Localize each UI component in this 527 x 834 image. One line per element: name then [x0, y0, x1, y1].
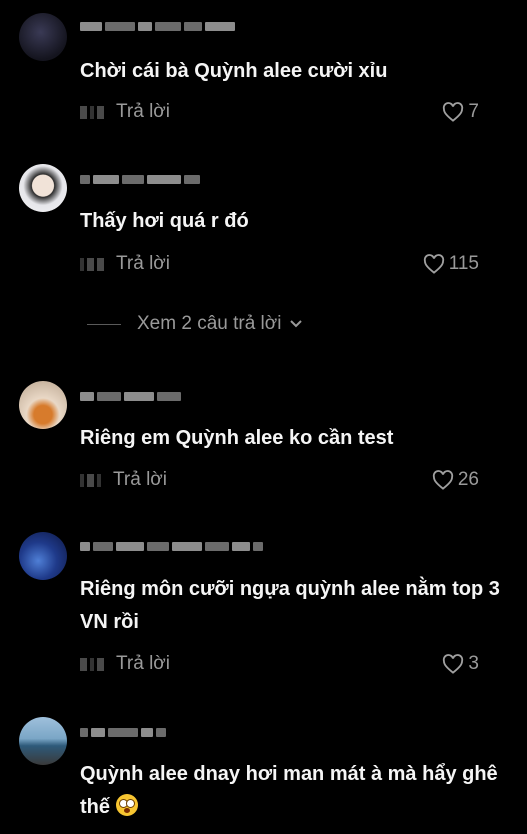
comment-text: Quỳnh alee dnay hơi man mát à mà hẩy ghê…: [80, 758, 500, 824]
avatar[interactable]: [19, 717, 67, 765]
divider: [87, 323, 121, 325]
comment-text-content: Quỳnh alee dnay hơi man mát à mà hẩy ghê…: [80, 763, 498, 818]
username-blurred[interactable]: [80, 726, 166, 738]
username-blurred[interactable]: [80, 390, 181, 402]
chevron-down-icon: [290, 320, 303, 328]
like-button[interactable]: 115: [423, 252, 479, 276]
comment-text: Chời cái bà Quỳnh alee cười xỉu: [80, 60, 388, 82]
heart-outline-icon: [443, 102, 464, 122]
reply-button[interactable]: Trả lời: [116, 653, 170, 675]
avatar[interactable]: [19, 532, 67, 580]
view-replies-label: Xem 2 câu trả lời: [137, 313, 282, 334]
comment-meta: Trả lời: [80, 468, 167, 492]
avatar[interactable]: [19, 13, 67, 61]
flushed-face-emoji: [116, 794, 138, 816]
view-replies-button[interactable]: Xem 2 câu trả lời: [87, 311, 303, 337]
like-button[interactable]: 7: [442, 100, 479, 124]
timestamp-blurred: [80, 105, 104, 119]
comment-text: Riêng môn cưỡi ngựa quỳnh alee nằm top 3…: [80, 578, 500, 633]
reply-button[interactable]: Trả lời: [116, 101, 170, 123]
like-count: 7: [468, 101, 479, 122]
avatar[interactable]: [19, 381, 67, 429]
comment-text: Thấy hơi quá r đó: [80, 210, 249, 232]
comment-meta: Trả lời: [80, 652, 170, 676]
heart-outline-icon: [443, 654, 464, 674]
like-button[interactable]: 3: [442, 652, 479, 676]
like-count: 3: [468, 653, 479, 674]
heart-outline-icon: [423, 254, 444, 274]
timestamp-blurred: [80, 473, 101, 487]
timestamp-blurred: [80, 257, 104, 271]
like-count: 115: [448, 253, 479, 274]
like-button[interactable]: 26: [432, 468, 479, 492]
username-blurred[interactable]: [80, 20, 235, 32]
username-blurred[interactable]: [80, 540, 263, 552]
heart-outline-icon: [432, 470, 453, 490]
avatar[interactable]: [19, 164, 67, 212]
reply-button[interactable]: Trả lời: [113, 469, 167, 491]
comment-meta: Trả lời: [80, 252, 170, 276]
timestamp-blurred: [80, 657, 104, 671]
comment-meta: Trả lời: [80, 100, 170, 124]
like-count: 26: [457, 469, 479, 490]
username-blurred[interactable]: [80, 173, 200, 185]
reply-button[interactable]: Trả lời: [116, 253, 170, 275]
comment-text: Riêng em Quỳnh alee ko cần test: [80, 427, 394, 449]
